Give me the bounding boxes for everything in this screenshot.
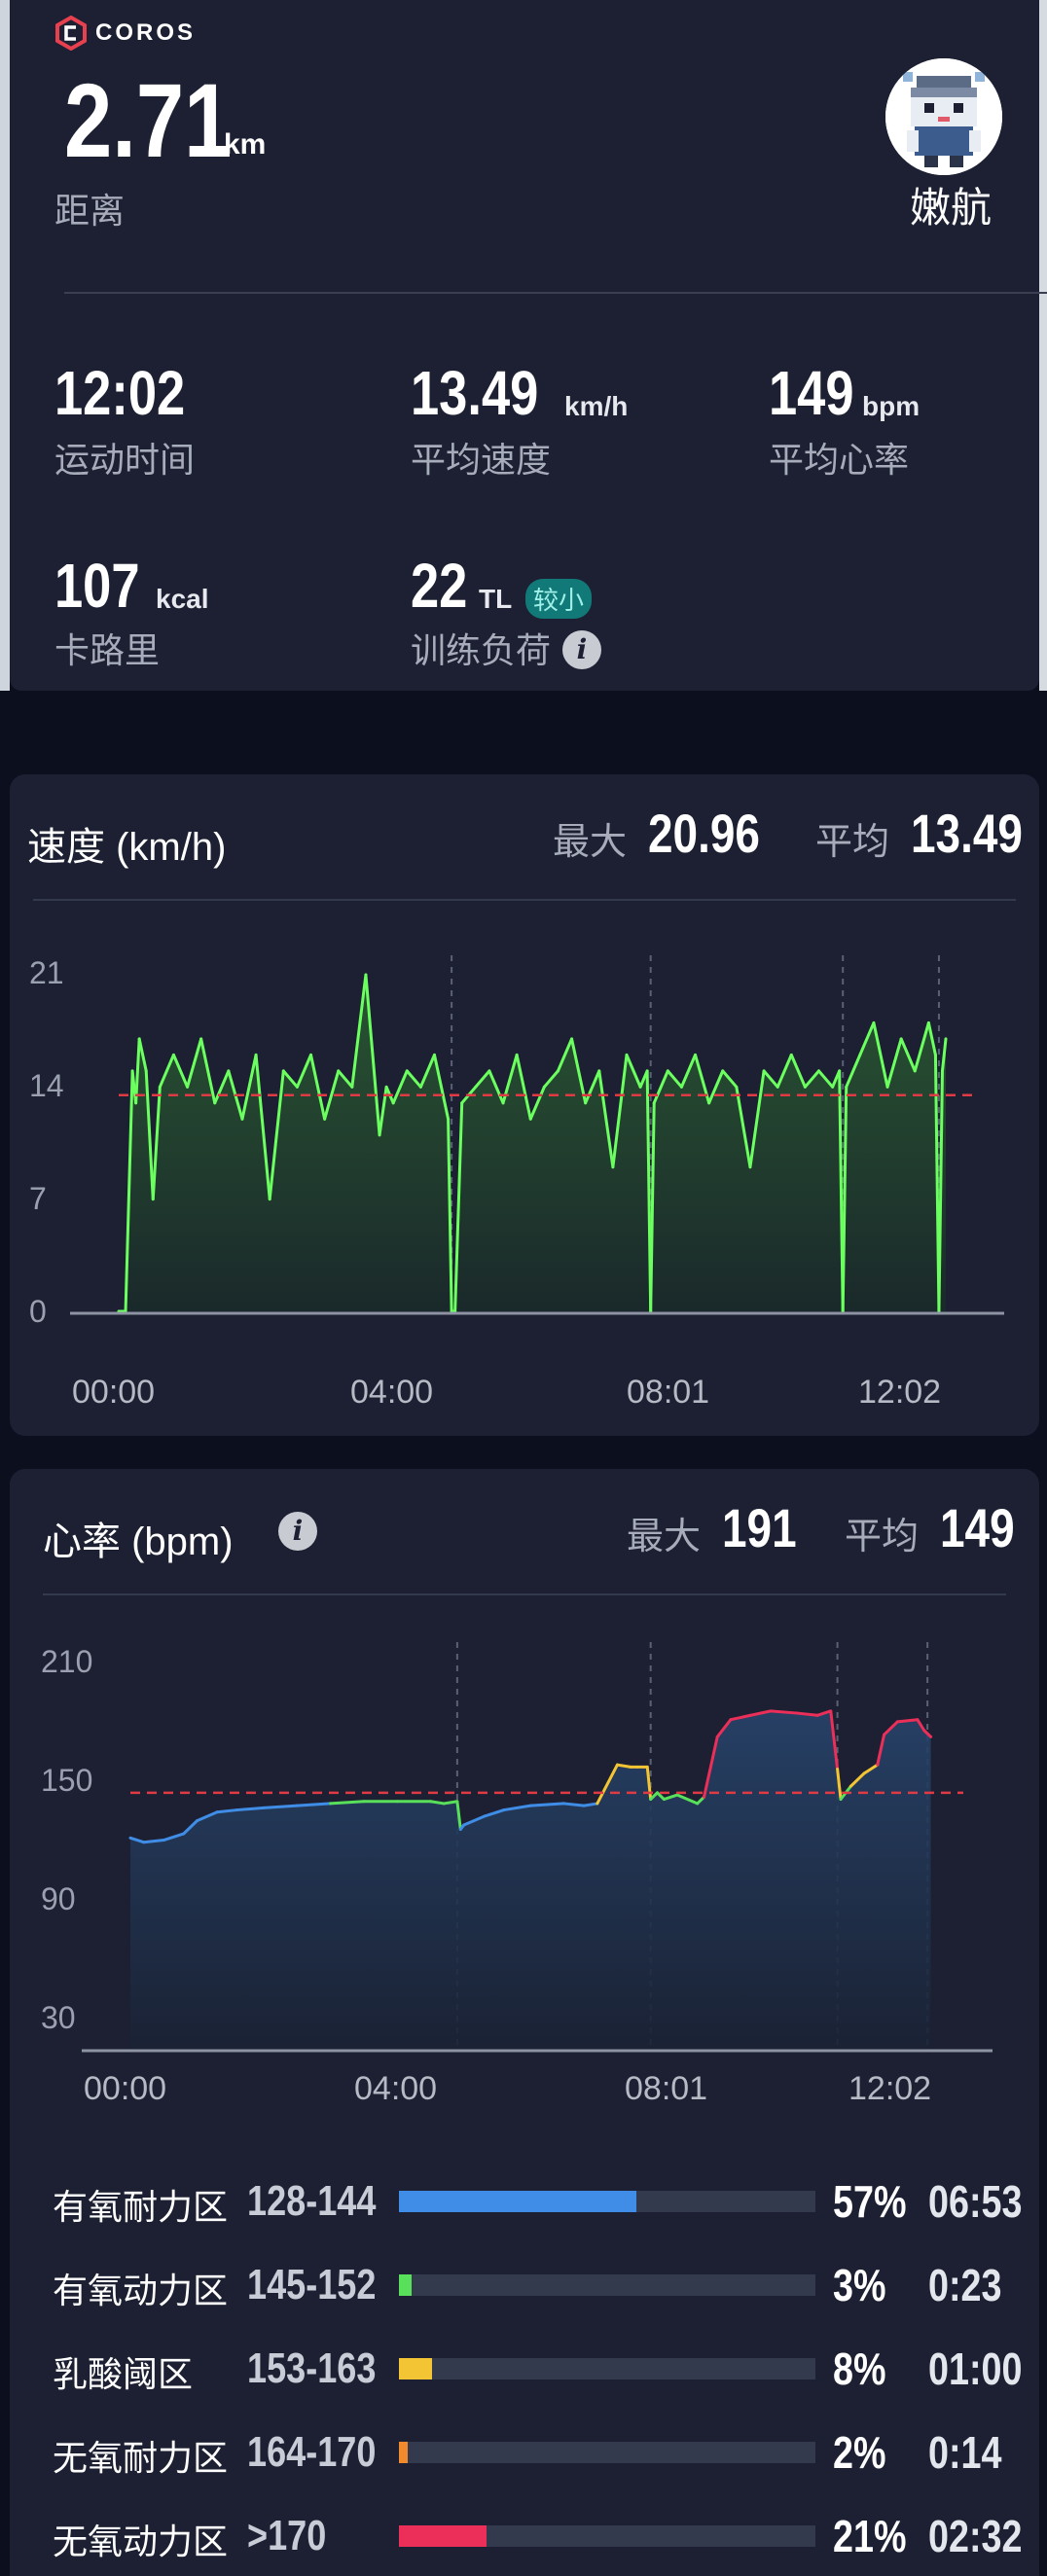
username: 嫩航: [910, 185, 993, 231]
zone-bar-fill: [399, 2442, 408, 2463]
zone-name: 无氧动力区: [53, 2522, 229, 2561]
avg-speed-value: 13.49: [411, 358, 539, 428]
zone-row-aerobic-endurance[interactable]: 有氧耐力区 128-144 57% 06:53: [53, 2171, 1026, 2230]
zone-name: 有氧耐力区: [53, 2187, 229, 2227]
avg-speed-unit: km/h: [564, 391, 629, 421]
brand-name: COROS: [95, 19, 197, 46]
zone-percent: 21%: [833, 2511, 907, 2561]
zone-row-aerobic-power[interactable]: 有氧动力区 145-152 3% 0:23: [53, 2255, 1026, 2313]
avatar[interactable]: [885, 58, 1002, 175]
zone-bar-fill: [399, 2525, 487, 2547]
zone-percent: 2%: [833, 2427, 886, 2478]
training-load-value: 22: [411, 551, 468, 621]
zone-range: 153-163: [247, 2344, 377, 2392]
zone-range: 164-170: [247, 2428, 377, 2476]
zone-range: >170: [247, 2512, 327, 2559]
calories-unit: kcal: [156, 584, 209, 614]
avg-hr-unit: bpm: [862, 391, 921, 421]
time-value: 12:02: [54, 358, 186, 428]
speed-chart-plot: [70, 955, 1004, 1315]
zone-bar-fill: [399, 2358, 433, 2379]
zone-row-anaerobic-power[interactable]: 无氧动力区 >170 21% 02:32: [53, 2506, 1026, 2564]
avg-speed-label: 平均速度: [411, 440, 552, 480]
zone-range: 145-152: [247, 2261, 377, 2308]
training-load-badge: 较小: [525, 579, 593, 619]
time-label: 运动时间: [54, 440, 196, 480]
zone-percent: 3%: [833, 2260, 886, 2310]
training-load-info-icon[interactable]: i: [562, 630, 601, 669]
hr-x-tick-0: 00:00: [84, 2070, 167, 2107]
speed-x-tick-1: 04:00: [350, 1374, 434, 1411]
series-area: [130, 1710, 931, 2049]
coros-logo-icon: [55, 16, 87, 51]
hr-x-tick-1: 04:00: [354, 2070, 438, 2107]
speed-x-tick-3: 12:02: [858, 1374, 942, 1411]
avatar-pixel-character-icon: [885, 58, 1002, 175]
zone-time: 01:00: [928, 2343, 1023, 2394]
zone-row-anaerobic-endurance[interactable]: 无氧耐力区 164-170 2% 0:14: [53, 2422, 1026, 2481]
distance-unit: km: [224, 128, 267, 161]
brand-logo: COROS: [54, 16, 196, 51]
zone-name: 乳酸阈区: [53, 2354, 194, 2394]
avg-hr-label: 平均心率: [769, 440, 910, 480]
distance-label: 距离: [54, 191, 126, 231]
speed-x-tick-2: 08:01: [627, 1374, 710, 1411]
zone-bar-track: [399, 2191, 815, 2212]
hr-x-tick-3: 12:02: [848, 2070, 932, 2107]
speed-chart-card: 速度 (km/h) 最大 20.96 平均 13.49 21 14 7 0 00…: [10, 774, 1039, 1436]
map-background-right: [1039, 0, 1047, 691]
distance-value: 2.71: [64, 61, 233, 179]
hr-chart-plot: [82, 1642, 993, 2053]
hr-x-tick-2: 08:01: [625, 2070, 708, 2107]
zone-row-lactate-threshold[interactable]: 乳酸阈区 153-163 8% 01:00: [53, 2339, 1026, 2397]
zone-bar-track: [399, 2274, 815, 2296]
zone-time: 0:23: [928, 2260, 1002, 2310]
training-load-label: 训练负荷: [411, 630, 552, 670]
zone-time: 06:53: [928, 2176, 1023, 2227]
zone-percent: 57%: [833, 2176, 907, 2227]
zone-bar-track: [399, 2358, 815, 2379]
zone-bar-track: [399, 2525, 815, 2547]
zone-name: 有氧动力区: [53, 2271, 229, 2310]
heart-rate-card: 心率 (bpm) i 最大 191 平均 149 210 150 90 30 0…: [10, 1469, 1039, 2576]
activity-summary-panel: COROS 2.71 km 距离 嫩航 12:02 运动时间 13.49 km/…: [10, 0, 1047, 691]
zone-range: 128-144: [247, 2177, 377, 2225]
map-background-left: [0, 0, 10, 691]
zone-name: 无氧耐力区: [53, 2438, 229, 2478]
calories-label: 卡路里: [54, 630, 161, 670]
zone-percent: 8%: [833, 2343, 886, 2394]
zone-time: 02:32: [928, 2511, 1023, 2561]
speed-x-tick-0: 00:00: [72, 1374, 156, 1411]
zone-time: 0:14: [928, 2427, 1002, 2478]
zone-bar-fill: [399, 2191, 636, 2212]
training-load-unit: TL: [479, 584, 513, 614]
summary-divider: [64, 292, 1047, 294]
series-area: [119, 975, 946, 1311]
zone-bar-fill: [399, 2274, 412, 2296]
zone-bar-track: [399, 2442, 815, 2463]
avg-hr-value: 149: [769, 358, 854, 428]
calories-value: 107: [54, 551, 140, 621]
